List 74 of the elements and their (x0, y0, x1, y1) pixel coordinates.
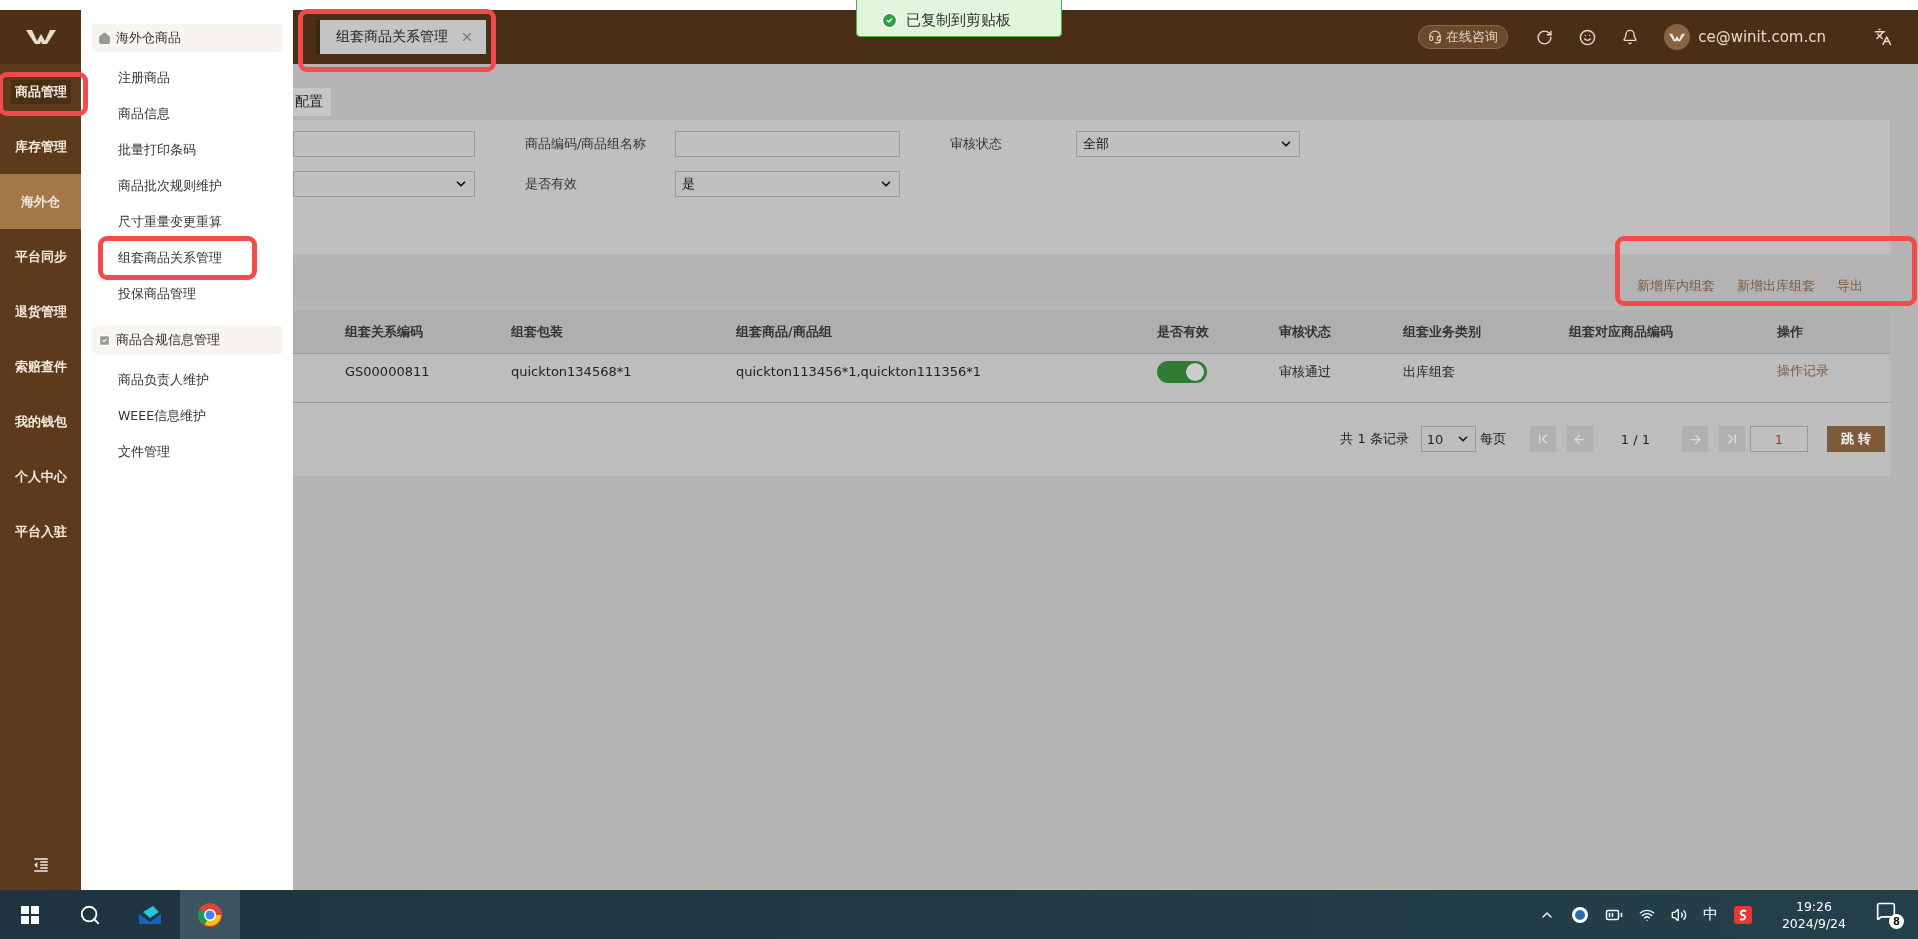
table-cell-text: quickton134568*1 (511, 364, 633, 379)
clock[interactable]: 19:26 2024/9/24 (1781, 897, 1846, 932)
sidebar-item[interactable]: 退货管理 (0, 284, 81, 339)
input-field[interactable] (293, 131, 475, 157)
consult-button[interactable]: 在线咨询 (1418, 25, 1509, 49)
success-icon (881, 12, 898, 29)
feedback-icon[interactable] (1579, 28, 1597, 46)
page-size-select[interactable]: 10 (1420, 426, 1476, 452)
sidebar-item[interactable]: 我的钱包 (0, 394, 81, 449)
menu-item[interactable]: 商品信息 (92, 96, 283, 132)
page-input[interactable]: 1 (1750, 426, 1808, 452)
field-label: 是否有效 (524, 175, 578, 193)
checkbox-icon (98, 333, 111, 347)
history-link[interactable]: 操作记录 (1777, 363, 1829, 378)
home-icon (98, 31, 111, 45)
menu-item[interactable]: 商品批次规则维护 (92, 168, 283, 204)
bell-icon[interactable] (1622, 29, 1639, 45)
close-icon[interactable] (460, 30, 474, 44)
arrow-right-icon (1687, 431, 1703, 447)
logo-icon (25, 29, 56, 45)
toggle-switch[interactable] (1157, 360, 1207, 383)
select-field[interactable] (293, 171, 475, 197)
page-tab[interactable]: 组套商品关系管理 (316, 20, 486, 54)
menu-item[interactable]: 文件管理 (92, 434, 283, 470)
field-label: 审核状态 (949, 135, 1003, 153)
column-header: 审核状态 (1279, 323, 1332, 341)
sub-tab[interactable]: 配置 (293, 88, 331, 116)
volume-icon[interactable] (1670, 906, 1687, 923)
browser-icon[interactable] (180, 890, 240, 939)
per-page-label: 每页 (1479, 430, 1506, 448)
ime-icon[interactable] (1733, 905, 1752, 924)
toast-text: 已复制到剪贴板 (906, 11, 1011, 30)
user-email[interactable]: ce@winit.com.cn (1698, 28, 1826, 46)
record-count: 共 1 条记录 (1340, 430, 1409, 448)
select-field[interactable]: 是 (675, 171, 900, 197)
tray-app-icon[interactable] (1570, 905, 1589, 924)
menu-item[interactable]: 批量打印条码 (92, 132, 283, 168)
sidebar-item[interactable]: 索赔查件 (0, 339, 81, 394)
column-header: 组套关系编码 (345, 323, 424, 341)
table-cell-text: 审核通过 (1279, 362, 1332, 381)
language-icon[interactable] (1874, 28, 1892, 46)
field-label: 商品编码/商品组名称 (524, 135, 648, 153)
menu-item[interactable]: 商品负责人维护 (92, 362, 283, 398)
menu-item[interactable]: 投保商品管理 (92, 276, 283, 312)
column-header: 组套包装 (511, 323, 564, 341)
sidebar-item[interactable]: 平台同步 (0, 229, 81, 284)
group-title: 商品合规信息管理 (116, 331, 220, 349)
table-cell-text: GS00000811 (345, 364, 431, 379)
headset-icon (1428, 30, 1443, 44)
column-header: 组套对应商品编码 (1569, 323, 1674, 341)
sidebar-item[interactable]: 商品管理 (0, 64, 81, 119)
avatar[interactable] (1664, 24, 1691, 50)
select-field[interactable]: 全部 (1076, 131, 1300, 157)
input-method[interactable]: 中 (1702, 905, 1718, 924)
menu-item[interactable]: 注册商品 (92, 60, 283, 96)
jump-button[interactable]: 跳 转 (1827, 426, 1885, 452)
group-title: 海外仓商品 (116, 29, 181, 47)
menu-item[interactable]: 尺寸重量变更重算 (92, 204, 283, 240)
column-header: 是否有效 (1157, 323, 1210, 341)
windows-icon (21, 905, 39, 924)
column-header: 操作 (1777, 323, 1804, 341)
menu-item[interactable]: 组套商品关系管理 (92, 240, 283, 276)
sidebar-item[interactable]: 个人中心 (0, 449, 81, 504)
column-header: 组套商品/商品组 (736, 323, 833, 341)
collapse-menu-icon[interactable] (31, 856, 50, 874)
sidebar-item[interactable]: 库存管理 (0, 119, 81, 174)
column-header: 组套业务类别 (1403, 323, 1482, 341)
page-indicator: 1 / 1 (1620, 431, 1650, 447)
input-field[interactable] (675, 131, 900, 157)
menu-item[interactable]: WEEE信息维护 (92, 398, 283, 434)
sidebar-item[interactable]: 平台入驻 (0, 504, 81, 559)
refresh-icon[interactable] (1536, 28, 1554, 46)
table-cell-text: quickton113456*1,quickton111356*1 (736, 364, 983, 379)
table-cell-text: 出库组套 (1403, 362, 1456, 381)
